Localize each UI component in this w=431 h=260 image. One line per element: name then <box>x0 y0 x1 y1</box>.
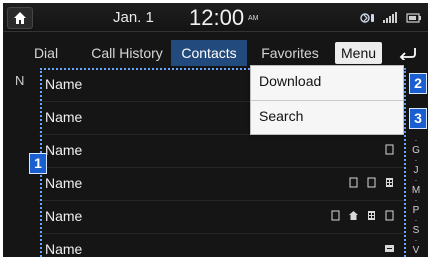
tab-dial[interactable]: Dial <box>21 40 71 66</box>
tab-favorites[interactable]: Favorites <box>251 40 329 66</box>
phone-number-icon <box>385 210 394 221</box>
callout-1: 1 <box>29 153 47 174</box>
phone-number-icon <box>367 177 376 188</box>
home-number-icon <box>349 211 358 220</box>
status-icons <box>360 11 422 29</box>
screen: Jan. 1 12:00 AM Dial Call History Contac… <box>0 0 431 260</box>
index-letter[interactable]: V <box>409 244 423 257</box>
phone-screen: Jan. 1 12:00 AM Dial Call History Contac… <box>3 3 428 257</box>
phone-number-icon <box>385 144 394 155</box>
office-icon <box>386 178 393 187</box>
phone-number-icon <box>331 210 340 221</box>
office-icon <box>368 211 375 220</box>
menu-button[interactable]: Menu <box>335 42 383 64</box>
date-text: Jan. 1 <box>113 9 154 26</box>
callout-2: 2 <box>409 73 427 94</box>
back-button[interactable] <box>397 42 421 64</box>
contact-row[interactable]: Name <box>39 167 404 201</box>
signal-strength-icon <box>383 11 399 29</box>
menu-item-download[interactable]: Download <box>251 66 403 99</box>
contact-number-icons <box>385 243 394 254</box>
bluetooth-phone-icon <box>360 11 376 29</box>
status-bar: Jan. 1 12:00 AM <box>3 3 428 32</box>
contact-row[interactable]: Name <box>39 134 404 168</box>
contact-name: Name <box>45 109 83 125</box>
contact-name: Name <box>45 208 83 224</box>
clock-ampm: AM <box>248 15 259 22</box>
contact-number-icons <box>385 144 394 155</box>
tab-contacts[interactable]: Contacts <box>171 40 247 66</box>
contact-number-icons <box>331 210 394 221</box>
callout-3: 3 <box>409 108 427 129</box>
section-letter: N <box>15 73 25 88</box>
tab-call-history[interactable]: Call History <box>83 40 171 66</box>
contact-name: Name <box>45 175 83 191</box>
contact-row[interactable]: Name <box>39 200 404 234</box>
contact-name: Name <box>45 142 83 158</box>
menu-item-label: Search <box>259 108 304 124</box>
back-arrow-icon <box>399 48 416 60</box>
tab-bar: Dial Call History Contacts Favorites Men… <box>3 40 428 66</box>
clock-time: 12:00 <box>189 5 245 30</box>
menu-dropdown: Download Search <box>250 65 404 135</box>
home-button[interactable] <box>7 7 33 29</box>
contact-number-icons <box>349 177 394 188</box>
contact-row[interactable]: Name <box>39 233 404 257</box>
contact-name: Name <box>45 241 83 257</box>
phone-number-icon <box>349 177 358 188</box>
other-number-icon <box>385 245 394 252</box>
alphabet-index[interactable]: · G · J · M · P · S · V <box>409 137 423 257</box>
contact-name: Name <box>45 76 83 92</box>
battery-icon <box>406 11 422 29</box>
home-icon <box>14 12 26 24</box>
menu-item-search[interactable]: Search <box>251 101 403 134</box>
menu-item-label: Download <box>259 73 322 89</box>
